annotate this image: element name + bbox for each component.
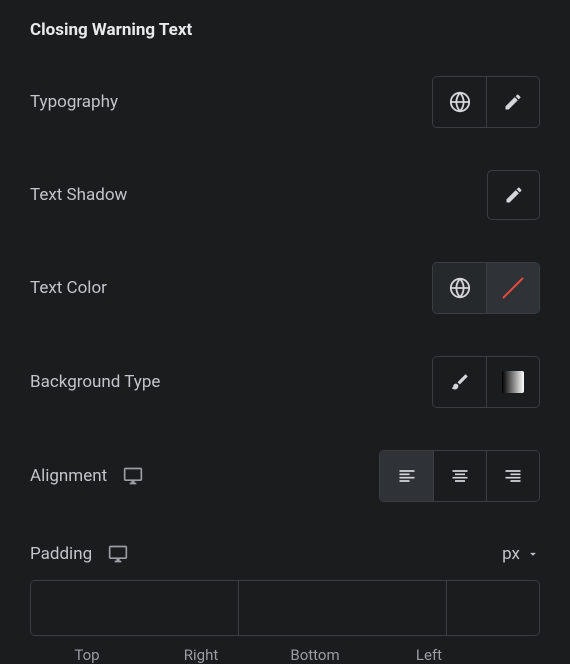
text-color-buttons bbox=[432, 262, 540, 314]
padding-top-label: Top bbox=[30, 646, 144, 664]
alignment-label-text: Alignment bbox=[30, 466, 107, 486]
padding-inputs bbox=[30, 580, 540, 636]
padding-label: Padding bbox=[30, 544, 128, 564]
typography-buttons bbox=[432, 76, 540, 128]
typography-label: Typography bbox=[30, 92, 118, 112]
text-color-row: Text Color bbox=[30, 262, 540, 314]
padding-right-input[interactable] bbox=[239, 581, 447, 635]
text-shadow-label: Text Shadow bbox=[30, 185, 127, 205]
typography-globe-button[interactable] bbox=[433, 77, 486, 127]
align-right-button[interactable] bbox=[486, 451, 539, 501]
background-gradient-button[interactable] bbox=[486, 357, 539, 407]
padding-unit-text: px bbox=[502, 544, 520, 564]
align-right-icon bbox=[503, 466, 523, 486]
padding-unit-select[interactable]: px bbox=[502, 544, 540, 564]
desktop-icon[interactable] bbox=[123, 466, 143, 486]
text-shadow-edit-button[interactable] bbox=[487, 170, 540, 220]
typography-edit-button[interactable] bbox=[486, 77, 539, 127]
padding-label-text: Padding bbox=[30, 544, 92, 564]
pencil-icon bbox=[503, 92, 523, 112]
align-left-button[interactable] bbox=[380, 451, 433, 501]
alignment-buttons bbox=[379, 450, 540, 502]
background-type-buttons bbox=[432, 356, 540, 408]
text-shadow-row: Text Shadow bbox=[30, 170, 540, 220]
padding-row: Padding px bbox=[30, 544, 540, 564]
background-type-label: Background Type bbox=[30, 372, 160, 392]
typography-row: Typography bbox=[30, 76, 540, 128]
alignment-row: Alignment bbox=[30, 450, 540, 502]
globe-icon bbox=[449, 91, 471, 113]
background-classic-button[interactable] bbox=[433, 357, 486, 407]
section-title: Closing Warning Text bbox=[30, 20, 540, 40]
background-type-row: Background Type bbox=[30, 356, 540, 408]
align-center-icon bbox=[450, 466, 470, 486]
padding-side-labels: Top Right Bottom Left bbox=[30, 646, 540, 664]
text-color-label: Text Color bbox=[30, 278, 107, 298]
chevron-down-icon bbox=[526, 547, 540, 561]
alignment-label: Alignment bbox=[30, 466, 143, 486]
padding-bottom-label: Bottom bbox=[258, 646, 372, 664]
padding-right-label: Right bbox=[144, 646, 258, 664]
desktop-icon[interactable] bbox=[108, 544, 128, 564]
align-center-button[interactable] bbox=[433, 451, 486, 501]
brush-icon bbox=[450, 372, 470, 392]
padding-bottom-input[interactable] bbox=[447, 581, 540, 635]
gradient-icon bbox=[502, 371, 524, 393]
no-color-icon bbox=[497, 272, 529, 304]
align-left-icon bbox=[397, 466, 417, 486]
pencil-icon bbox=[504, 185, 524, 205]
text-color-globe-button[interactable] bbox=[433, 263, 486, 313]
padding-top-input[interactable] bbox=[31, 581, 239, 635]
globe-icon bbox=[449, 277, 471, 299]
padding-left-label: Left bbox=[372, 646, 486, 664]
text-color-picker-button[interactable] bbox=[486, 263, 539, 313]
